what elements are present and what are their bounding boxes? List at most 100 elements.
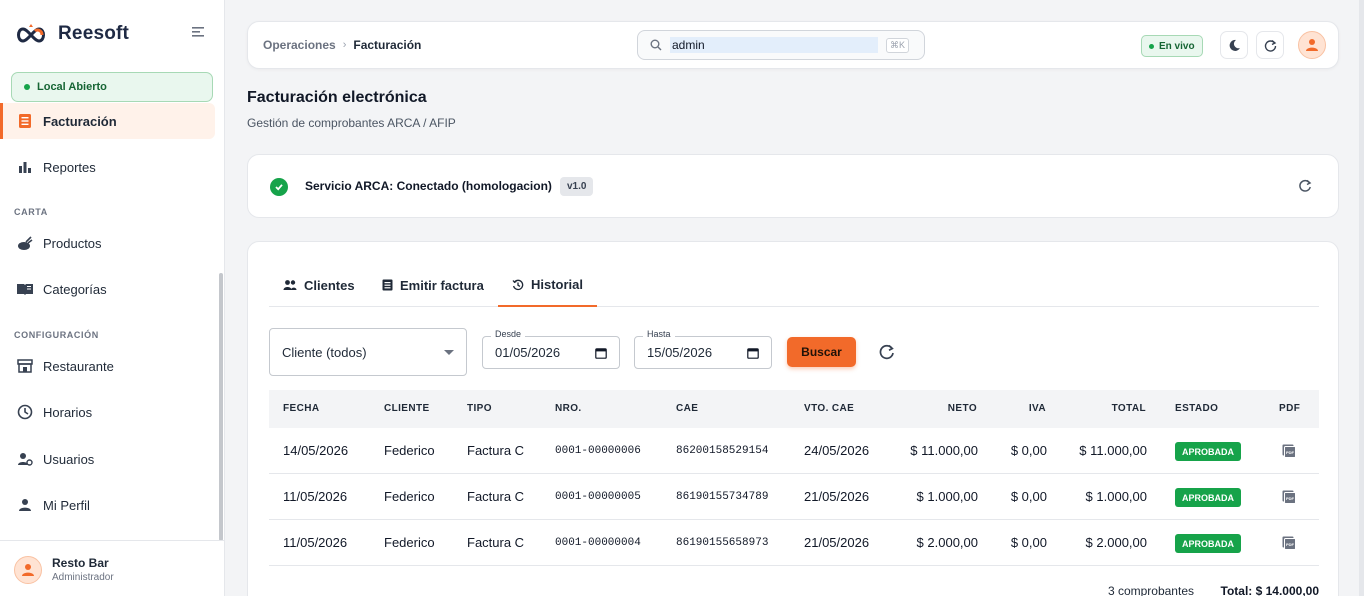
status-badge: APROBADA	[1175, 488, 1242, 507]
tab-label: Clientes	[304, 277, 355, 293]
person-icon	[1306, 39, 1318, 51]
table-row[interactable]: 11/05/2026 Federico Factura C 0001-00000…	[269, 520, 1319, 566]
breadcrumb-current: Facturación	[353, 38, 422, 52]
hasta-value: 15/05/2026	[647, 345, 713, 360]
cell-neto: $ 11.000,00	[910, 443, 978, 458]
live-label: En vivo	[1159, 40, 1195, 52]
col-pdf: PDF	[1279, 403, 1301, 414]
user-role: Administrador	[52, 572, 114, 583]
cell-vto-cae: 24/05/2026	[804, 443, 870, 458]
sidebar-item-mi-perfil[interactable]: Mi Perfil	[0, 487, 215, 523]
brand[interactable]: Reesoft	[14, 20, 129, 48]
sidebar-item-reportes[interactable]: Reportes	[0, 149, 215, 185]
svg-text:PDF: PDF	[1286, 450, 1295, 455]
col-iva[interactable]: IVA	[1029, 403, 1046, 414]
col-estado[interactable]: ESTADO	[1175, 403, 1218, 414]
bar-chart-icon	[16, 158, 34, 176]
pdf-icon[interactable]: PDF	[1281, 535, 1297, 551]
col-neto[interactable]: NETO	[948, 403, 977, 414]
search-input[interactable]	[670, 37, 878, 53]
col-nro[interactable]: NRO.	[555, 403, 582, 414]
col-vto-cae[interactable]: VTO. CAE	[804, 403, 854, 414]
table-row[interactable]: 14/05/2026 Federico Factura C 0001-00000…	[269, 428, 1319, 474]
cell-cae: 86190155734789	[676, 491, 769, 503]
cell-nro: 0001-00000005	[555, 491, 641, 503]
status-dot-icon	[24, 84, 30, 90]
person-icon	[16, 496, 34, 514]
local-status-badge: Local Abierto	[11, 72, 213, 102]
desde-date-field[interactable]: Desde 01/05/2026	[482, 329, 620, 369]
section-configuracion: CONFIGURACIÓN	[14, 330, 99, 340]
check-circle-icon	[270, 178, 288, 196]
theme-toggle-button[interactable]	[1220, 31, 1248, 59]
grand-total: Total: $ 14.000,00	[1220, 584, 1320, 596]
page-subtitle: Gestión de comprobantes ARCA / AFIP	[247, 116, 456, 130]
tab-label: Emitir factura	[400, 277, 484, 293]
col-tipo[interactable]: TIPO	[467, 403, 492, 414]
col-total[interactable]: TOTAL	[1112, 403, 1146, 414]
book-icon	[16, 280, 34, 298]
sidebar-item-facturacion[interactable]: Facturación	[0, 103, 215, 139]
pdf-icon[interactable]: PDF	[1281, 443, 1297, 459]
live-status-badge: En vivo	[1141, 35, 1203, 57]
cell-total: $ 2.000,00	[1085, 535, 1147, 550]
tab-emitir-factura[interactable]: Emitir factura	[368, 264, 498, 306]
cell-tipo: Factura C	[467, 443, 525, 458]
breadcrumb: Operaciones › Facturación	[263, 38, 421, 52]
sidebar-item-usuarios[interactable]: Usuarios	[0, 441, 215, 477]
search-icon	[650, 39, 662, 51]
col-cliente[interactable]: CLIENTE	[384, 403, 430, 414]
page-scrollbar[interactable]	[1359, 0, 1364, 596]
moon-icon	[1229, 39, 1240, 51]
cell-fecha: 11/05/2026	[283, 535, 348, 550]
sidebar-item-productos[interactable]: Productos	[0, 225, 215, 261]
calendar-icon[interactable]	[747, 347, 759, 359]
sidebar-user[interactable]: Resto Bar Administrador	[0, 540, 224, 596]
refresh-button[interactable]	[1256, 31, 1284, 59]
cell-vto-cae: 21/05/2026	[804, 535, 870, 550]
refresh-icon[interactable]	[878, 343, 896, 361]
cell-tipo: Factura C	[467, 535, 525, 550]
live-dot-icon	[1149, 43, 1154, 49]
tab-historial[interactable]: Historial	[498, 264, 598, 307]
collapse-menu-icon[interactable]	[190, 25, 206, 39]
breadcrumb-parent[interactable]: Operaciones	[263, 38, 336, 52]
cell-vto-cae: 21/05/2026	[804, 489, 870, 504]
sidebar-item-restaurante[interactable]: Restaurante	[0, 348, 215, 384]
people-icon	[283, 279, 297, 291]
search-button[interactable]: Buscar	[787, 337, 856, 367]
sidebar-item-horarios[interactable]: Horarios	[0, 394, 215, 430]
history-icon	[512, 279, 524, 291]
food-icon	[16, 234, 34, 252]
col-cae[interactable]: CAE	[676, 403, 698, 414]
hasta-date-field[interactable]: Hasta 15/05/2026	[634, 329, 772, 369]
service-status-text: Servicio ARCA: Conectado (homologacion)	[305, 179, 552, 193]
client-select[interactable]: Cliente (todos)	[269, 328, 467, 376]
service-status-card: Servicio ARCA: Conectado (homologacion) …	[247, 154, 1339, 218]
refresh-icon[interactable]	[1297, 178, 1313, 194]
table-row[interactable]: 11/05/2026 Federico Factura C 0001-00000…	[269, 474, 1319, 520]
desde-value: 01/05/2026	[495, 345, 561, 360]
table-header: FECHA CLIENTE TIPO NRO. CAE VTO. CAE NET…	[269, 390, 1319, 428]
page-title: Facturación electrónica	[247, 89, 427, 106]
sidebar-scrollbar[interactable]	[219, 273, 223, 541]
sidebar-item-categorias[interactable]: Categorías	[0, 271, 215, 307]
search-box[interactable]: ⌘K	[637, 30, 925, 60]
calendar-icon[interactable]	[595, 347, 607, 359]
pdf-icon[interactable]: PDF	[1281, 489, 1297, 505]
sidebar-item-label: Reportes	[43, 159, 96, 175]
sidebar: Reesoft Local Abierto Facturación Report…	[0, 0, 225, 596]
breadcrumb-separator-icon: ›	[342, 39, 347, 51]
cell-fecha: 14/05/2026	[283, 443, 349, 458]
svg-text:PDF: PDF	[1286, 496, 1295, 501]
section-carta: CARTA	[14, 207, 48, 217]
tab-clientes[interactable]: Clientes	[269, 264, 369, 306]
infinity-logo-icon	[17, 24, 45, 43]
client-select-value: Cliente (todos)	[282, 344, 367, 360]
cell-iva: $ 0,00	[1010, 535, 1047, 550]
cell-nro: 0001-00000004	[555, 537, 641, 549]
col-fecha[interactable]: FECHA	[283, 403, 319, 414]
version-badge: v1.0	[560, 177, 594, 196]
tab-label: Historial	[531, 277, 584, 292]
user-avatar-button[interactable]	[1298, 31, 1326, 59]
